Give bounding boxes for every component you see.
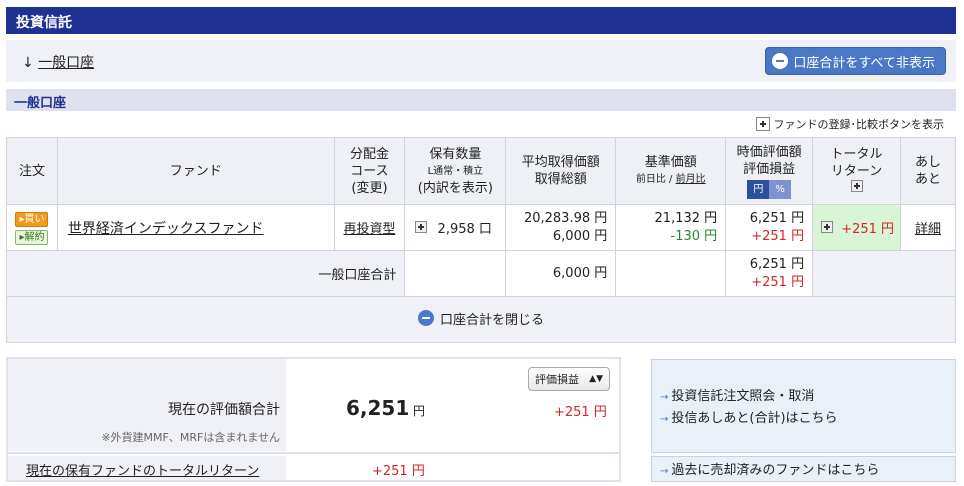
fund-cell: 世界経済インデックスファンド (56, 204, 335, 251)
holdings-table: 注文 ファンド 分配金 コース (変更) 保有数量 L通常・積立 (内訳を表示)… (5, 137, 956, 343)
yen-toggle[interactable]: 円 (747, 179, 770, 199)
section-title: 一般口座 (14, 96, 67, 111)
summary-total-return: +251 円 (372, 464, 425, 479)
base-price-value: 21,132 円 (654, 210, 718, 226)
percent-toggle[interactable]: % (769, 179, 791, 199)
qty-cell: 2,958 口 (404, 204, 507, 251)
table-header-row: 注文 ファンド 分配金 コース (変更) 保有数量 L通常・積立 (内訳を表示)… (6, 137, 956, 205)
col-market-value: 時価評価額 評価損益 円 % (725, 137, 814, 205)
down-arrow-icon: ↓ (22, 55, 34, 71)
col-total-return: トータル リターン (812, 137, 901, 205)
page-header: 投資信託 (6, 7, 956, 34)
course-link[interactable]: 再投資型 (343, 222, 395, 237)
col-base-price: 基準価額 前日比 / 前月比 (615, 137, 727, 205)
general-account-link[interactable]: 一般口座 (38, 55, 94, 71)
base-cell: 21,132 円 -130 円 (615, 204, 727, 251)
show-fund-register-toggle[interactable]: ファンドの登録･比較ボタンを表示 (755, 116, 945, 132)
col-distribution: 分配金 コース (変更) (333, 137, 406, 205)
metric-select-value: 評価損益 (535, 373, 579, 386)
hide-all-totals-label: 口座合計をすべて非表示 (793, 55, 935, 71)
col-order: 注文 (6, 137, 58, 205)
sell-button[interactable]: ▸解約 (15, 229, 49, 245)
ashiato-link[interactable]: → 投信あしあと(合計)はこちら (660, 408, 947, 430)
summary-value: 6,251 (346, 396, 410, 420)
subtotal-label: 一般口座合計 (5, 250, 406, 297)
month-change-link[interactable]: 前月比 (676, 174, 706, 185)
buy-button[interactable]: ▸買い (15, 211, 49, 227)
course-cell: 再投資型 (333, 204, 406, 251)
total-return-value: +251 円 (841, 222, 895, 237)
close-row: 口座合計を閉じる (6, 296, 956, 343)
col-ashiato: あし あと (900, 137, 956, 205)
arrow-icon: → (660, 414, 669, 425)
subtotal-cost: 6,000 円 (505, 250, 617, 297)
summary-diff: +251 円 (554, 405, 607, 420)
pl-value: +251 円 (751, 228, 805, 244)
col-quantity: 保有数量 L通常・積立 (内訳を表示) (404, 137, 507, 205)
summary-box: 現在の評価額合計 ※外貨建MMF、MRFは含まれません 6,251 円 評価損益… (6, 357, 621, 482)
summary-note: ※外貨建MMF、MRFは含まれません (101, 431, 280, 444)
show-fund-register-label: ファンドの登録･比較ボタンを表示 (773, 118, 945, 131)
updown-icon: ▲▼ (589, 374, 603, 384)
subtotal-pl: +251 円 (751, 274, 805, 290)
market-value: 6,251 円 (749, 210, 805, 226)
qty-expand-icon[interactable] (415, 221, 428, 233)
expand-plus-icon[interactable] (850, 179, 863, 192)
detail-link[interactable]: 詳細 (915, 222, 941, 237)
links-box: → 投資信託注文照会・取消 → 投信あしあと(合計)はこちら (651, 359, 956, 453)
subtotal-market-value: 6,251 円 (749, 256, 805, 272)
order-inquiry-link[interactable]: → 投資信託注文照会・取消 (660, 386, 947, 408)
page-title: 投資信託 (16, 15, 72, 31)
section-header: 一般口座 (6, 89, 956, 111)
total-return-cell: +251 円 (812, 204, 901, 251)
table-row: ▸買い ▸解約 世界経済インデックスファンド 再投資型 2,958 口 20,2… (6, 204, 956, 251)
summary-label: 現在の評価額合計 (168, 402, 280, 418)
col-fund: ファンド (56, 137, 335, 205)
arrow-icon: → (660, 392, 669, 403)
minus-circle-icon (417, 310, 434, 327)
arrow-icon: → (660, 466, 669, 477)
order-cell: ▸買い ▸解約 (6, 204, 58, 251)
subtotal-mv-cell: 6,251 円 +251 円 (725, 250, 814, 297)
qty-value: 2,958 口 (437, 222, 492, 237)
col-avg-price: 平均取得価額 取得総額 (505, 137, 617, 205)
links-box-2: → 過去に売却済みのファンドはこちら (651, 456, 956, 482)
total-cost-value: 6,000 円 (552, 228, 608, 244)
fund-name-link[interactable]: 世界経済インデックスファンド (68, 221, 264, 237)
day-change-value: -130 円 (670, 228, 718, 244)
total-return-link[interactable]: 現在の保有ファンドのトータルリターン (26, 460, 259, 479)
detail-cell: 詳細 (900, 204, 956, 251)
avg-cell: 20,283.98 円 6,000 円 (505, 204, 617, 251)
account-bar: ↓ 一般口座 口座合計をすべて非表示 (6, 40, 956, 82)
minus-circle-icon (772, 53, 789, 69)
subtotal-row: 一般口座合計 6,000 円 6,251 円 +251 円 (5, 250, 956, 297)
qty-breakdown-link[interactable]: (内訳を表示) (405, 180, 505, 197)
close-totals-button[interactable]: 口座合計を閉じる (417, 309, 544, 328)
hide-all-totals-button[interactable]: 口座合計をすべて非表示 (765, 47, 946, 75)
summary-unit: 円 (413, 404, 426, 418)
total-return-expand-icon[interactable] (821, 221, 834, 233)
avg-price-value: 20,283.98 円 (523, 210, 608, 226)
metric-select[interactable]: 評価損益 ▲▼ (528, 367, 610, 391)
plus-icon (755, 117, 770, 131)
account-jump: ↓ 一般口座 (22, 52, 94, 72)
mv-cell: 6,251 円 +251 円 (725, 204, 814, 251)
sold-funds-link[interactable]: → 過去に売却済みのファンドはこちら (660, 460, 947, 482)
close-totals-label: 口座合計を閉じる (439, 312, 544, 328)
